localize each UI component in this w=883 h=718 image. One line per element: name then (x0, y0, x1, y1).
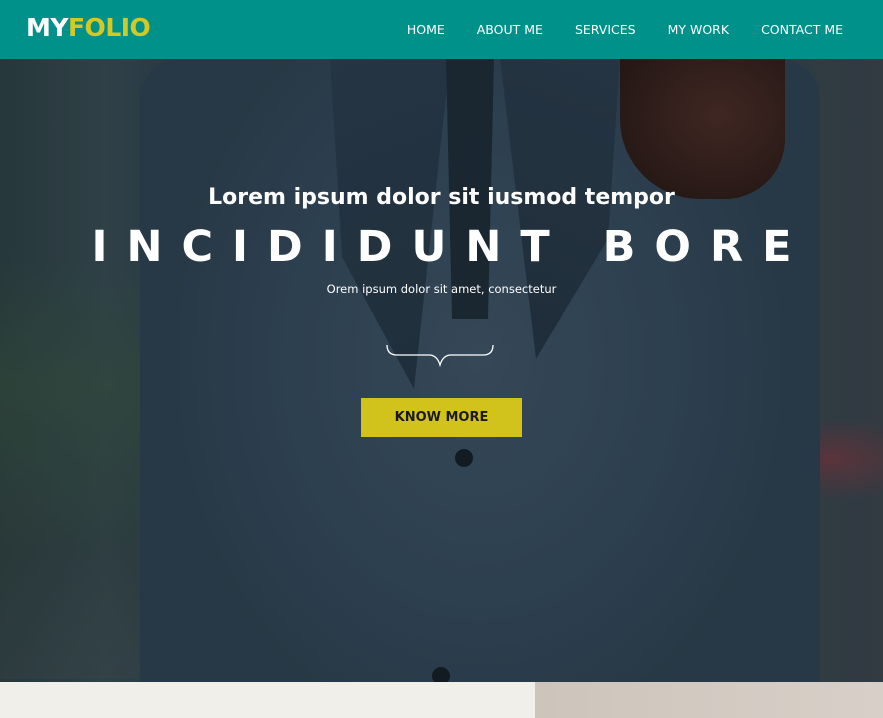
nav-item-my-work[interactable]: MY WORK (668, 22, 729, 37)
nav-item-contact-me[interactable]: CONTACT ME (761, 22, 843, 37)
curly-brace-icon (386, 344, 494, 368)
nav-item-about-me[interactable]: ABOUT ME (477, 22, 543, 37)
nav-item-home[interactable]: HOME (407, 22, 445, 37)
nav-item-services[interactable]: SERVICES (575, 22, 636, 37)
hero-section: Lorem ipsum dolor sit iusmod tempor INCI… (0, 59, 883, 682)
logo-part-folio: FOLIO (67, 13, 151, 42)
next-section-left (0, 682, 535, 718)
hero-subtitle: Lorem ipsum dolor sit iusmod tempor (208, 185, 675, 210)
nav-menu: HOME ABOUT ME SERVICES MY WORK CONTACT M… (375, 0, 843, 59)
next-section-right (535, 682, 883, 718)
top-navbar: MYFOLIO HOME ABOUT ME SERVICES MY WORK C… (0, 0, 883, 59)
site-logo[interactable]: MYFOLIO (26, 13, 151, 43)
hero-tagline: Orem ipsum dolor sit amet, consectetur (326, 282, 557, 296)
know-more-button[interactable]: KNOW MORE (361, 398, 522, 437)
hero-title: INCIDIDUNT BORE (91, 222, 811, 272)
logo-part-my: MY (26, 13, 68, 42)
